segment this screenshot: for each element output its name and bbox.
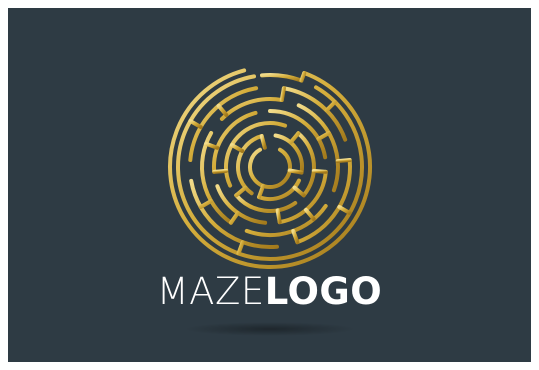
maze-wall	[337, 205, 352, 215]
maze-wall	[189, 178, 279, 250]
maze-wall	[257, 183, 266, 200]
brand-wordmark: MAZELOGO	[8, 270, 531, 314]
maze-wall	[229, 143, 245, 153]
logo-card: MAZELOGO	[8, 8, 531, 362]
maze-wall	[324, 99, 338, 113]
maze-wall	[229, 210, 240, 225]
maze-wall	[188, 119, 203, 129]
maze-wall	[292, 185, 306, 198]
maze-wall	[288, 131, 301, 145]
maze-wall	[212, 168, 229, 174]
maze-wall	[311, 168, 328, 174]
maze-wall	[299, 71, 307, 83]
maze-wall	[216, 103, 229, 117]
maze-wall	[204, 141, 220, 150]
maze-wall	[188, 86, 259, 163]
maze-wall	[291, 228, 300, 245]
maze-wall	[335, 158, 352, 164]
maze-wall	[279, 86, 286, 103]
maze-wall	[259, 73, 304, 83]
maze-wall	[248, 147, 292, 189]
maze-wall	[236, 240, 245, 256]
ground-shadow	[184, 322, 356, 336]
brand-word-maze: MAZE	[156, 270, 265, 313]
maze-wall	[198, 199, 214, 209]
maze-wall	[234, 185, 248, 198]
circular-maze-icon	[168, 68, 372, 269]
brand-word-logo: LOGO	[264, 270, 383, 313]
maze-wall	[316, 131, 331, 141]
maze-wall	[275, 208, 282, 225]
canvas: MAZELOGO	[0, 0, 539, 370]
maze-wall	[287, 168, 304, 175]
maze-wall	[304, 207, 316, 222]
maze-wall	[259, 134, 267, 150]
